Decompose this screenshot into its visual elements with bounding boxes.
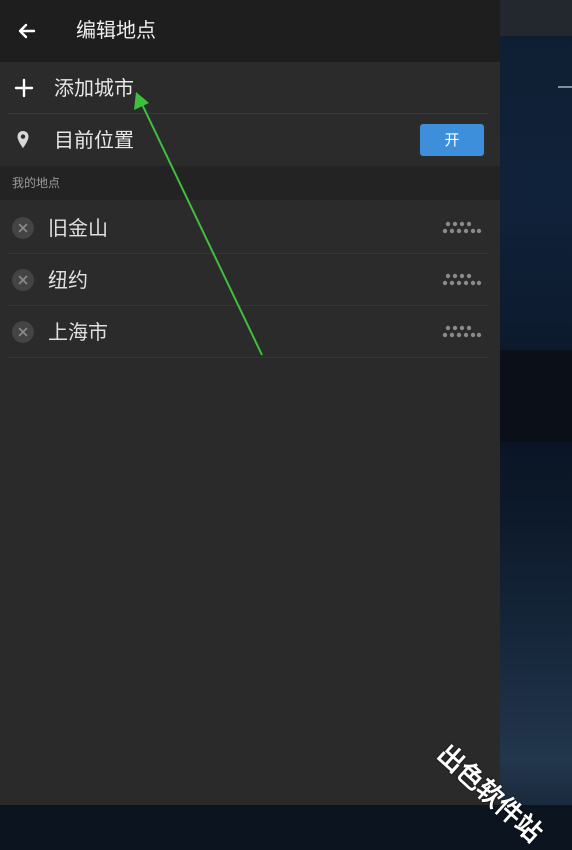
current-location-toggle[interactable]: 开 (420, 124, 484, 156)
place-row-san-francisco: 旧金山 (0, 202, 500, 254)
place-row-shanghai: 上海市 (0, 306, 500, 358)
background-top-bar (500, 0, 572, 36)
remove-icon[interactable] (11, 268, 35, 292)
add-city-label: 添加城市 (54, 76, 134, 100)
weather-background (500, 0, 572, 805)
remove-icon[interactable] (11, 216, 35, 240)
current-location-label: 目前位置 (54, 128, 134, 152)
place-name: 纽约 (48, 268, 88, 292)
remove-icon[interactable] (11, 320, 35, 344)
back-button[interactable] (12, 16, 42, 46)
plus-icon (14, 78, 34, 98)
arrow-left-icon (18, 23, 36, 39)
background-indicator (558, 86, 572, 88)
location-pin-icon (17, 131, 29, 148)
place-row-new-york: 纽约 (0, 254, 500, 306)
place-name: 旧金山 (48, 216, 108, 240)
page-title: 编辑地点 (76, 18, 156, 42)
background-dark-band (500, 350, 572, 442)
divider (8, 357, 488, 358)
my-places-section-header: 我的地点 (0, 166, 500, 200)
section-label: 我的地点 (12, 176, 61, 190)
drag-handle-icon[interactable] (442, 272, 482, 288)
place-name: 上海市 (48, 320, 108, 344)
current-location-row: 目前位置 开 (0, 114, 500, 166)
add-city-row[interactable]: 添加城市 (0, 62, 500, 114)
drag-handle-icon[interactable] (442, 220, 482, 236)
edit-locations-drawer: 编辑地点 添加城市 目前位置 开 我的地点 旧金山 纽约 上海市 (0, 0, 500, 805)
drag-handle-icon[interactable] (442, 324, 482, 340)
header-bar: 编辑地点 (0, 0, 500, 62)
